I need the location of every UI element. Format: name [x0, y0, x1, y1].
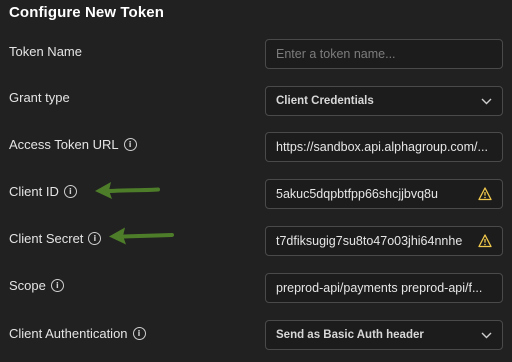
green-arrow-icon	[109, 227, 174, 245]
client-id-value: 5akuc5dqpbtfpp66shcjjbvq8u	[276, 187, 438, 201]
client-authentication-value: Send as Basic Auth header	[276, 329, 424, 341]
grant-type-label: Grant type	[9, 88, 70, 106]
info-icon[interactable]: i	[50, 278, 64, 292]
info-icon[interactable]: i	[88, 231, 102, 245]
warning-icon[interactable]	[478, 187, 492, 201]
scope-value: preprod-api/payments preprod-api/f...	[276, 281, 483, 295]
access-token-url-field[interactable]: https://sandbox.api.alphagroup.com/...	[265, 132, 503, 162]
client-id-label: Client ID i	[9, 182, 77, 200]
token-name-input[interactable]	[276, 47, 492, 61]
chevron-down-icon	[480, 329, 492, 341]
green-arrow-icon	[95, 182, 160, 199]
client-secret-value: t7dfiksugig7su8to47o03jhi64nnhe	[276, 234, 463, 248]
info-icon[interactable]: i	[123, 137, 137, 151]
access-token-url-label: Access Token URL i	[9, 135, 137, 153]
client-authentication-label-text: Client Authentication	[9, 325, 128, 341]
access-token-url-value: https://sandbox.api.alphagroup.com/...	[276, 140, 488, 154]
panel-title: Configure New Token	[9, 4, 164, 21]
client-secret-label-text: Client Secret	[9, 230, 84, 246]
access-token-url-label-text: Access Token URL	[9, 136, 119, 152]
grant-type-label-text: Grant type	[9, 89, 70, 105]
warning-icon[interactable]	[478, 234, 492, 248]
token-name-field[interactable]	[265, 39, 503, 69]
chevron-down-icon	[480, 95, 492, 107]
info-icon[interactable]: i	[63, 184, 77, 198]
token-name-label-text: Token Name	[9, 43, 82, 59]
client-id-label-text: Client ID	[9, 183, 59, 199]
client-authentication-label: Client Authentication i	[9, 324, 146, 342]
client-secret-label: Client Secret i	[9, 229, 102, 247]
configure-token-panel: Configure New Token Token Name Grant typ…	[0, 0, 512, 362]
grant-type-value: Client Credentials	[276, 95, 374, 107]
client-authentication-select[interactable]: Send as Basic Auth header	[265, 320, 503, 350]
scope-label-text: Scope	[9, 277, 46, 293]
scope-label: Scope i	[9, 276, 64, 294]
client-secret-field[interactable]: t7dfiksugig7su8to47o03jhi64nnhe	[265, 226, 503, 256]
scope-field[interactable]: preprod-api/payments preprod-api/f...	[265, 273, 503, 303]
token-name-label: Token Name	[9, 42, 82, 60]
grant-type-select[interactable]: Client Credentials	[265, 86, 503, 116]
client-id-field[interactable]: 5akuc5dqpbtfpp66shcjjbvq8u	[265, 179, 503, 209]
info-icon[interactable]: i	[132, 326, 146, 340]
